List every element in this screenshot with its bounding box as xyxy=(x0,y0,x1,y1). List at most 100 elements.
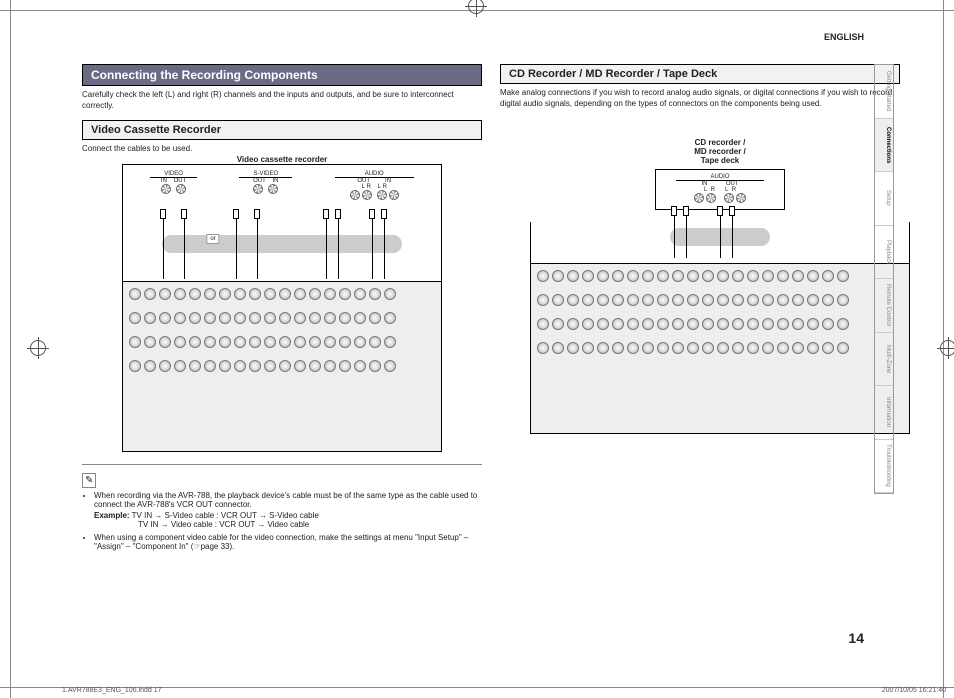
jack-icon xyxy=(537,294,549,306)
cable-plug-icon xyxy=(335,209,341,219)
jack-icon xyxy=(627,318,639,330)
jack-icon xyxy=(672,270,684,282)
jack-icon xyxy=(159,336,171,348)
jack-icon xyxy=(369,312,381,324)
tab-multi-zone[interactable]: Multi-Zone xyxy=(875,333,893,387)
jack-icon xyxy=(792,270,804,282)
jack-icon xyxy=(837,318,849,330)
language-label: ENGLISH xyxy=(824,32,864,42)
cable-area: or xyxy=(123,205,441,283)
port-icon xyxy=(736,193,746,203)
jack-icon xyxy=(159,312,171,324)
jack-icon xyxy=(354,360,366,372)
cable-line xyxy=(384,219,385,279)
cable-line xyxy=(674,216,675,258)
jacks-row xyxy=(123,282,441,306)
jack-icon xyxy=(159,360,171,372)
jack-icon xyxy=(627,270,639,282)
or-label: or xyxy=(206,234,219,244)
jack-icon xyxy=(582,270,594,282)
jack-icon xyxy=(204,288,216,300)
jack-icon xyxy=(567,294,579,306)
cable-line xyxy=(686,216,687,258)
jack-icon xyxy=(279,360,291,372)
tab-remote-control[interactable]: Remote Control xyxy=(875,279,893,333)
jack-icon xyxy=(657,294,669,306)
jack-icon xyxy=(354,288,366,300)
jack-icon xyxy=(717,318,729,330)
cdr-connection-diagram xyxy=(530,222,910,434)
port-group-audio: AUDIO xyxy=(335,171,414,178)
left-column: Connecting the Recording Components Care… xyxy=(82,64,482,555)
cable-line xyxy=(163,219,164,279)
jack-icon xyxy=(792,342,804,354)
jack-icon xyxy=(777,270,789,282)
jack-icon xyxy=(837,270,849,282)
cable-line xyxy=(184,219,185,279)
jack-icon xyxy=(129,288,141,300)
jack-icon xyxy=(144,288,156,300)
jack-icon xyxy=(384,336,396,348)
jack-icon xyxy=(822,294,834,306)
jack-icon xyxy=(612,294,624,306)
jack-icon xyxy=(204,312,216,324)
tab-playback[interactable]: Playback xyxy=(875,226,893,280)
manual-page: ENGLISH Connecting the Recording Compone… xyxy=(62,24,912,664)
jack-icon xyxy=(339,312,351,324)
cable-plug-icon xyxy=(160,209,166,219)
vcr-device-label: Video cassette recorder xyxy=(233,155,332,164)
jack-icon xyxy=(384,288,396,300)
cable-plug-icon xyxy=(729,206,735,216)
jack-icon xyxy=(732,270,744,282)
tab-connections[interactable]: Connections xyxy=(875,119,893,173)
port-icon xyxy=(176,184,186,194)
cable-area xyxy=(531,212,909,262)
port-r-label: R xyxy=(711,187,715,193)
jack-icon xyxy=(672,342,684,354)
tab-setup[interactable]: Setup xyxy=(875,172,893,226)
jack-icon xyxy=(687,318,699,330)
jack-icon xyxy=(687,270,699,282)
jack-icon xyxy=(597,318,609,330)
print-footer: 1.AVR788E3_ENG_106.indd 17 2007/10/05 16… xyxy=(62,687,946,694)
jack-icon xyxy=(702,270,714,282)
jack-icon xyxy=(642,342,654,354)
jack-icon xyxy=(807,318,819,330)
note-item: When recording via the AVR-788, the play… xyxy=(94,491,482,529)
jack-icon xyxy=(294,288,306,300)
jack-icon xyxy=(354,336,366,348)
jack-icon xyxy=(144,312,156,324)
jack-icon xyxy=(582,342,594,354)
example-label: Example: xyxy=(94,511,130,520)
jack-icon xyxy=(777,318,789,330)
manual-section-tabs: Getting Started Connections Setup Playba… xyxy=(874,64,894,494)
jack-icon xyxy=(309,312,321,324)
jacks-row xyxy=(123,330,441,354)
cable-plug-icon xyxy=(254,209,260,219)
jack-icon xyxy=(567,342,579,354)
jacks-row xyxy=(531,264,909,288)
jack-icon xyxy=(597,294,609,306)
tab-getting-started[interactable]: Getting Started xyxy=(875,65,893,119)
jack-icon xyxy=(717,270,729,282)
jack-icon xyxy=(324,288,336,300)
jack-icon xyxy=(747,270,759,282)
cable-line xyxy=(372,219,373,279)
jack-icon xyxy=(837,342,849,354)
jack-icon xyxy=(567,318,579,330)
jack-icon xyxy=(642,270,654,282)
tab-information[interactable]: Information xyxy=(875,386,893,440)
port-icon xyxy=(694,193,704,203)
jack-icon xyxy=(672,318,684,330)
tab-troubleshooting[interactable]: Troubleshooting xyxy=(875,440,893,494)
jack-icon xyxy=(762,342,774,354)
jack-icon xyxy=(144,360,156,372)
jack-icon xyxy=(369,336,381,348)
cable-plug-icon xyxy=(369,209,375,219)
jack-icon xyxy=(174,336,186,348)
jack-icon xyxy=(309,288,321,300)
cable-plug-icon xyxy=(717,206,723,216)
cable-line xyxy=(236,219,237,279)
jack-icon xyxy=(204,360,216,372)
jack-icon xyxy=(129,336,141,348)
